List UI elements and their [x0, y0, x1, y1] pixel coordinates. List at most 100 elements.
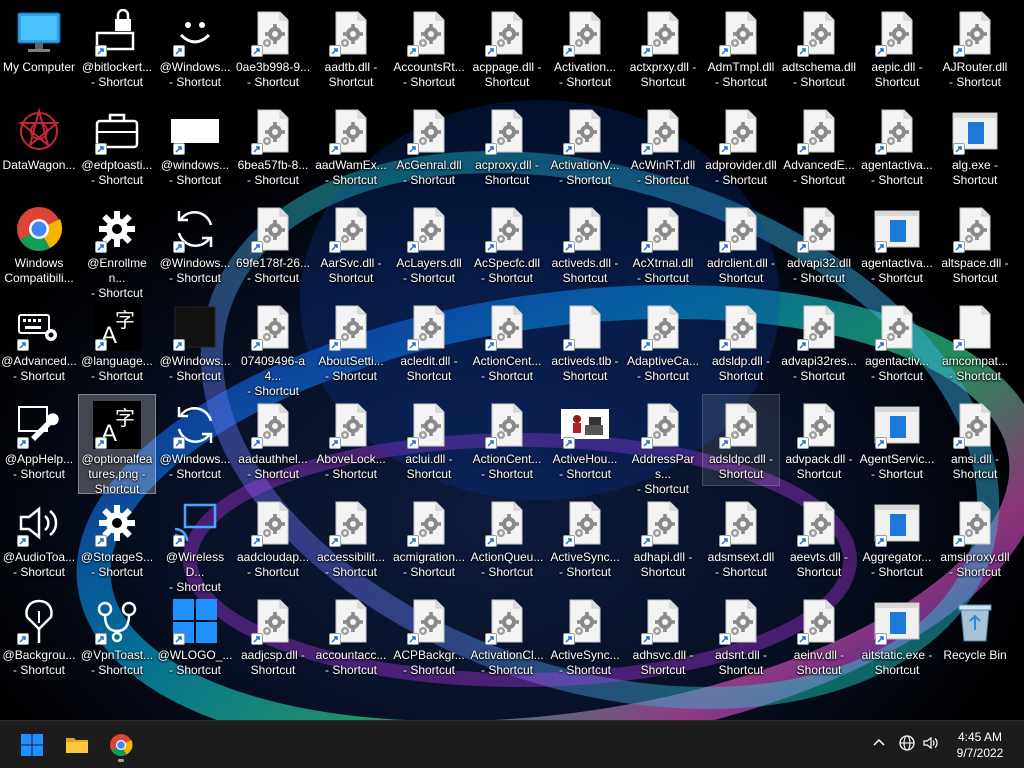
desktop-icon[interactable]: AcXtrnal.dll - Shortcut — [624, 198, 702, 290]
desktop-icon[interactable]: AdvancedE... - Shortcut — [780, 100, 858, 192]
desktop-icon[interactable]: 07409496-a4... - Shortcut — [234, 296, 312, 398]
desktop-icon[interactable]: @Enrollmen... - Shortcut — [78, 198, 156, 300]
desktop-icon[interactable]: ActivationCl... - Shortcut — [468, 590, 546, 682]
desktop-icon[interactable]: agentactiva... - Shortcut — [858, 198, 936, 290]
desktop-icon[interactable]: aclui.dll - Shortcut — [390, 394, 468, 486]
desktop-icon[interactable]: 0ae3b998-9... - Shortcut — [234, 2, 312, 94]
desktop-icon[interactable]: advapi32.dll - Shortcut — [780, 198, 858, 290]
desktop-icon[interactable]: adsnt.dll - Shortcut — [702, 590, 780, 682]
desktop-icon[interactable]: acmigration... - Shortcut — [390, 492, 468, 584]
desktop-icon[interactable]: A 字 @language... - Shortcut — [78, 296, 156, 388]
desktop-icon[interactable]: AgentServic... - Shortcut — [858, 394, 936, 486]
desktop-icon[interactable]: AboveLock... - Shortcut — [312, 394, 390, 486]
desktop-icon[interactable]: amsiproxy.dll - Shortcut — [936, 492, 1014, 584]
desktop-icon[interactable]: adsldp.dll - Shortcut — [702, 296, 780, 388]
desktop-icon[interactable]: aeinv.dll - Shortcut — [780, 590, 858, 682]
desktop-icon[interactable]: @bitlockert... - Shortcut — [78, 2, 156, 94]
desktop-icon[interactable]: aitstatic.exe - Shortcut — [858, 590, 936, 682]
desktop-icon[interactable]: adhapi.dll - Shortcut — [624, 492, 702, 584]
desktop-icon[interactable]: aadtb.dll - Shortcut — [312, 2, 390, 94]
desktop-icon[interactable]: Aggregator... - Shortcut — [858, 492, 936, 584]
desktop-icon[interactable]: @edptoasti... - Shortcut — [78, 100, 156, 192]
desktop-icon[interactable]: amcompat... - Shortcut — [936, 296, 1014, 388]
desktop-icon[interactable]: AccountsRt... - Shortcut — [390, 2, 468, 94]
desktop-icon[interactable]: ActiveHou... - Shortcut — [546, 394, 624, 486]
desktop-icon[interactable]: adprovider.dll - Shortcut — [702, 100, 780, 192]
desktop-icon[interactable]: acppage.dll - Shortcut — [468, 2, 546, 94]
desktop-icon[interactable]: AcWinRT.dll - Shortcut — [624, 100, 702, 192]
desktop-icon[interactable]: AJRouter.dll - Shortcut — [936, 2, 1014, 94]
desktop-icon[interactable]: aeevts.dll - Shortcut — [780, 492, 858, 584]
desktop-icon[interactable]: AcSpecfc.dll - Shortcut — [468, 198, 546, 290]
desktop-icon[interactable]: ActionQueu... - Shortcut — [468, 492, 546, 584]
desktop-icon[interactable]: @AppHelp... - Shortcut — [0, 394, 78, 486]
desktop-icon[interactable]: @windows... - Shortcut — [156, 100, 234, 192]
desktop-icon[interactable]: accessibilit... - Shortcut — [312, 492, 390, 584]
desktop-icon[interactable]: AddressPars... - Shortcut — [624, 394, 702, 496]
desktop-icon[interactable]: aepic.dll - Shortcut — [858, 2, 936, 94]
desktop-icon[interactable]: AcLayers.dll - Shortcut — [390, 198, 468, 290]
desktop-icon[interactable]: @WirelessD... - Shortcut — [156, 492, 234, 594]
desktop-icon[interactable]: aadauthhel... - Shortcut — [234, 394, 312, 486]
desktop-icon[interactable]: adsldpc.dll - Shortcut — [702, 394, 780, 486]
desktop-icon[interactable]: ActionCent... - Shortcut — [468, 296, 546, 388]
desktop-icon[interactable]: ACPBackgr... - Shortcut — [390, 590, 468, 682]
desktop-icon[interactable]: adtschema.dll - Shortcut — [780, 2, 858, 94]
desktop-icon[interactable]: advapi32res... - Shortcut — [780, 296, 858, 388]
desktop-icon[interactable]: @WLOGO_... - Shortcut — [156, 590, 234, 682]
file-explorer-button[interactable] — [59, 727, 95, 763]
desktop-icon[interactable]: Windows Compatibili... — [0, 198, 78, 290]
desktop-icon[interactable]: AdaptiveCa... - Shortcut — [624, 296, 702, 388]
show-hidden-icons-button[interactable] — [870, 734, 890, 754]
desktop-icon[interactable]: ActivationV... - Shortcut — [546, 100, 624, 192]
chrome-taskbar-button[interactable] — [103, 727, 139, 763]
desktop-icon[interactable]: adhsvc.dll - Shortcut — [624, 590, 702, 682]
desktop-icon[interactable]: activeds.tlb - Shortcut — [546, 296, 624, 388]
desktop-icon[interactable]: agentactiva... - Shortcut — [858, 100, 936, 192]
desktop-icon[interactable]: acledit.dll - Shortcut — [390, 296, 468, 388]
desktop-icon[interactable]: acproxy.dll - Shortcut — [468, 100, 546, 192]
desktop-icon[interactable]: AdmTmpl.dll - Shortcut — [702, 2, 780, 94]
desktop-icon[interactable]: @Backgrou... - Shortcut — [0, 590, 78, 682]
desktop-icon[interactable]: advpack.dll - Shortcut — [780, 394, 858, 486]
desktop-icon[interactable]: 6bea57fb-8... - Shortcut — [234, 100, 312, 192]
desktop-icon-label: Aggregator... - Shortcut — [862, 550, 932, 579]
desktop-icon[interactable]: adrclient.dll - Shortcut — [702, 198, 780, 290]
desktop-icon[interactable]: actxprxy.dll - Shortcut — [624, 2, 702, 94]
desktop-icon[interactable]: amsi.dll - Shortcut — [936, 394, 1014, 486]
desktop-icon[interactable]: ActiveSync... - Shortcut — [546, 492, 624, 584]
desktop-icon[interactable]: Activation... - Shortcut — [546, 2, 624, 94]
desktop-icon[interactable]: @Windows... - Shortcut — [156, 394, 234, 486]
desktop-icon[interactable]: @AudioToa... - Shortcut — [0, 492, 78, 584]
desktop-icon[interactable]: ActionCent... - Shortcut — [468, 394, 546, 486]
desktop-icon[interactable]: adsmsext.dll - Shortcut — [702, 492, 780, 584]
desktop-icon[interactable]: DataWagon... — [0, 100, 78, 192]
start-button[interactable] — [14, 727, 50, 763]
taskbar-clock[interactable]: 4:45 AM 9/7/2022 — [940, 729, 1020, 761]
network-button[interactable] — [898, 734, 918, 754]
desktop-icon[interactable]: aadcloudap... - Shortcut — [234, 492, 312, 584]
desktop-icon[interactable]: agentactiv... - Shortcut — [858, 296, 936, 388]
desktop-icon[interactable]: altspace.dll - Shortcut — [936, 198, 1014, 290]
desktop-icon[interactable]: My Computer — [0, 2, 78, 94]
desktop-icon[interactable]: A 字 @optionalfea tures.png - Shortcut — [78, 394, 156, 496]
desktop-icon[interactable]: aadWamEx... - Shortcut — [312, 100, 390, 192]
desktop-icon[interactable]: accountacc... - Shortcut — [312, 590, 390, 682]
desktop-icon[interactable]: @Windows... - Shortcut — [156, 198, 234, 290]
volume-button[interactable] — [922, 734, 942, 754]
desktop-icon[interactable]: AcGenral.dll - Shortcut — [390, 100, 468, 192]
desktop-icon[interactable]: AboutSetti... - Shortcut — [312, 296, 390, 388]
desktop-icon[interactable]: @Advanced... - Shortcut — [0, 296, 78, 388]
desktop-icon[interactable]: ActiveSync... - Shortcut — [546, 590, 624, 682]
desktop-icon[interactable]: Recycle Bin — [936, 590, 1014, 682]
desktop-icon[interactable]: activeds.dll - Shortcut — [546, 198, 624, 290]
desktop-icon[interactable]: aadjcsp.dll - Shortcut — [234, 590, 312, 682]
desktop-icon[interactable]: @VpnToast... - Shortcut — [78, 590, 156, 682]
shortcut-arrow-icon — [797, 437, 809, 449]
desktop-icon[interactable]: @Windows... - Shortcut — [156, 296, 234, 388]
desktop-icon[interactable]: AarSvc.dll - Shortcut — [312, 198, 390, 290]
desktop-icon[interactable]: alg.exe - Shortcut — [936, 100, 1014, 192]
desktop-icon[interactable]: @StorageS... - Shortcut — [78, 492, 156, 584]
desktop-icon[interactable]: @Windows... - Shortcut — [156, 2, 234, 94]
desktop-icon[interactable]: 69fe178f-26... - Shortcut — [234, 198, 312, 290]
